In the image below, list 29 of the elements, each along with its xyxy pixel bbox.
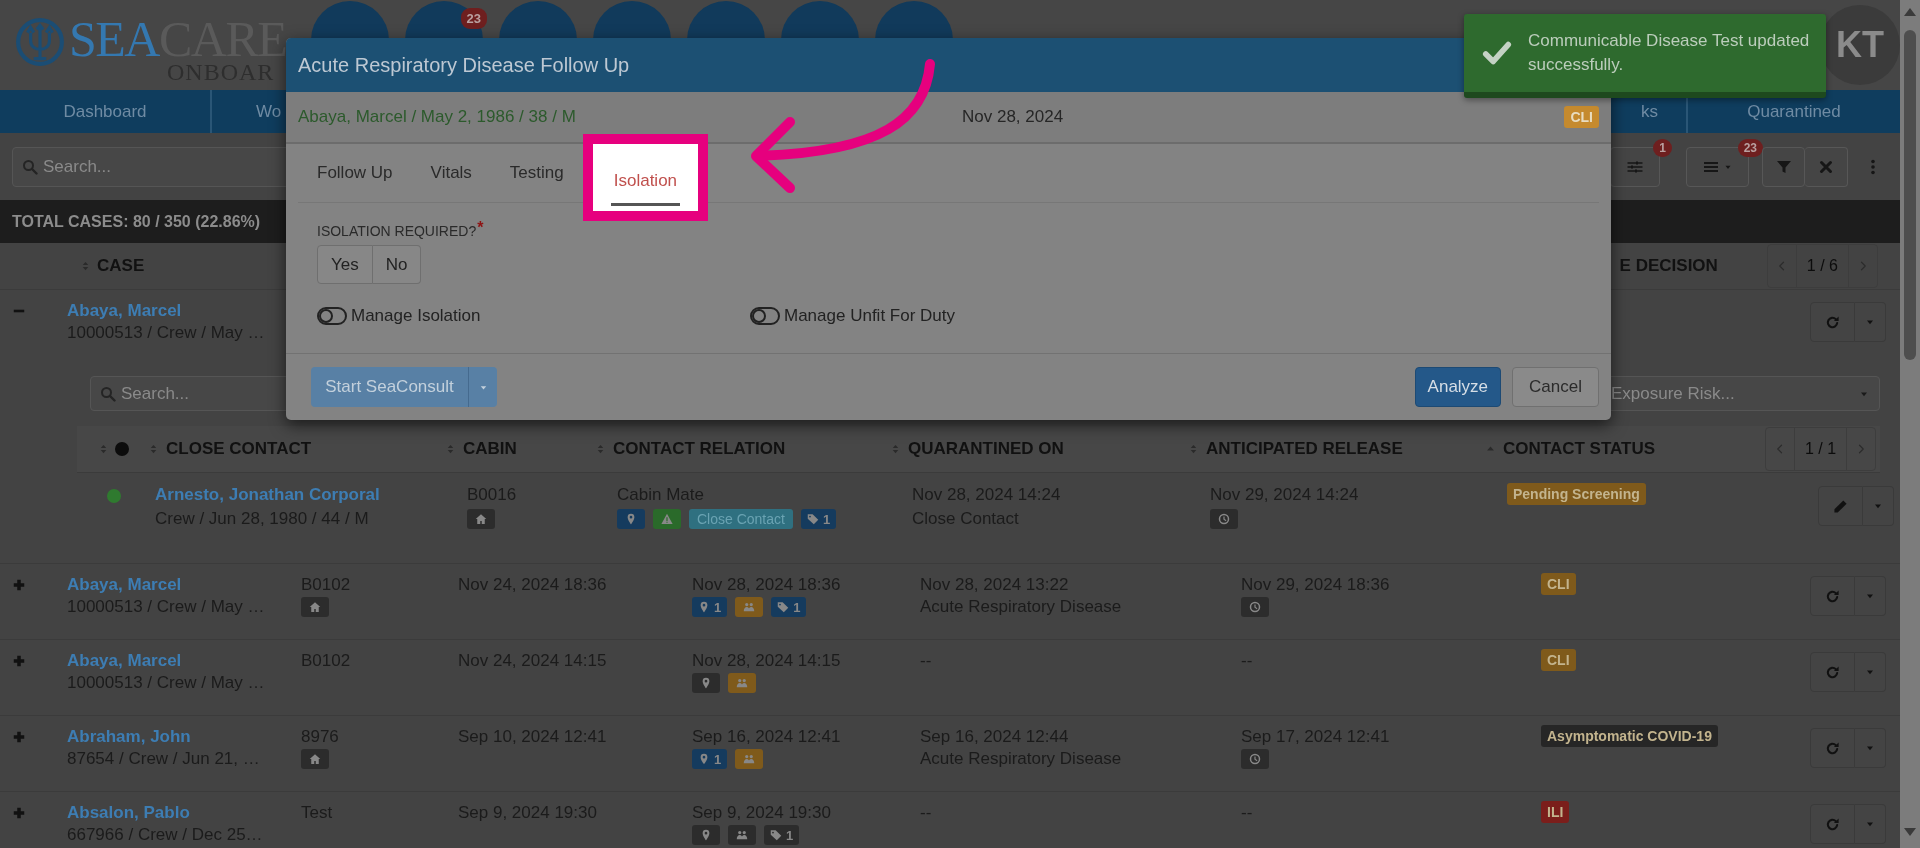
toggle-label: Manage Unfit For Duty — [784, 306, 955, 326]
count-badge: 23 — [460, 8, 487, 29]
count-label: 1 — [714, 599, 722, 615]
relation-label: Close Contact — [689, 509, 793, 529]
status-label: CLI — [1541, 573, 1576, 595]
status-label: ILI — [1541, 801, 1570, 823]
date-text: -- — [1241, 803, 1253, 823]
case-type-label: CLI — [1564, 106, 1599, 128]
count-label: 1 — [822, 511, 831, 527]
toggle-label: Manage Isolation — [351, 306, 481, 326]
date-text: -- — [920, 651, 932, 671]
count-badge: 1 — [1653, 138, 1672, 157]
total-cases-text: TOTAL CASES: 80 / 350 (22.86%) — [12, 212, 261, 231]
count-label: 1 — [793, 599, 801, 615]
count-label: 1 — [714, 751, 722, 767]
date-text: -- — [920, 803, 932, 823]
toast-message: Communicable Disease Test updated successfully. — [1528, 30, 1811, 76]
page-indicator: 1 / 1 — [1794, 428, 1848, 470]
field-label: ISOLATION REQUIRED? — [317, 223, 477, 239]
patient-info: Abaya, Marcel / May 2, 1986 / 38 / M — [298, 107, 577, 127]
dialog-title: Acute Respiratory Disease Follow Up — [298, 53, 630, 77]
status-label: CLI — [1541, 649, 1576, 671]
status-label: Pending Screening — [1507, 483, 1646, 505]
date-text: -- — [1241, 651, 1253, 671]
status-label: Asymptomatic COVID-19 — [1541, 725, 1718, 747]
date-text: Nov 28, 2024 — [962, 107, 1065, 127]
required-mark: * — [477, 219, 484, 237]
count-label: 1 — [786, 827, 794, 843]
count-badge: 23 — [1737, 138, 1763, 157]
